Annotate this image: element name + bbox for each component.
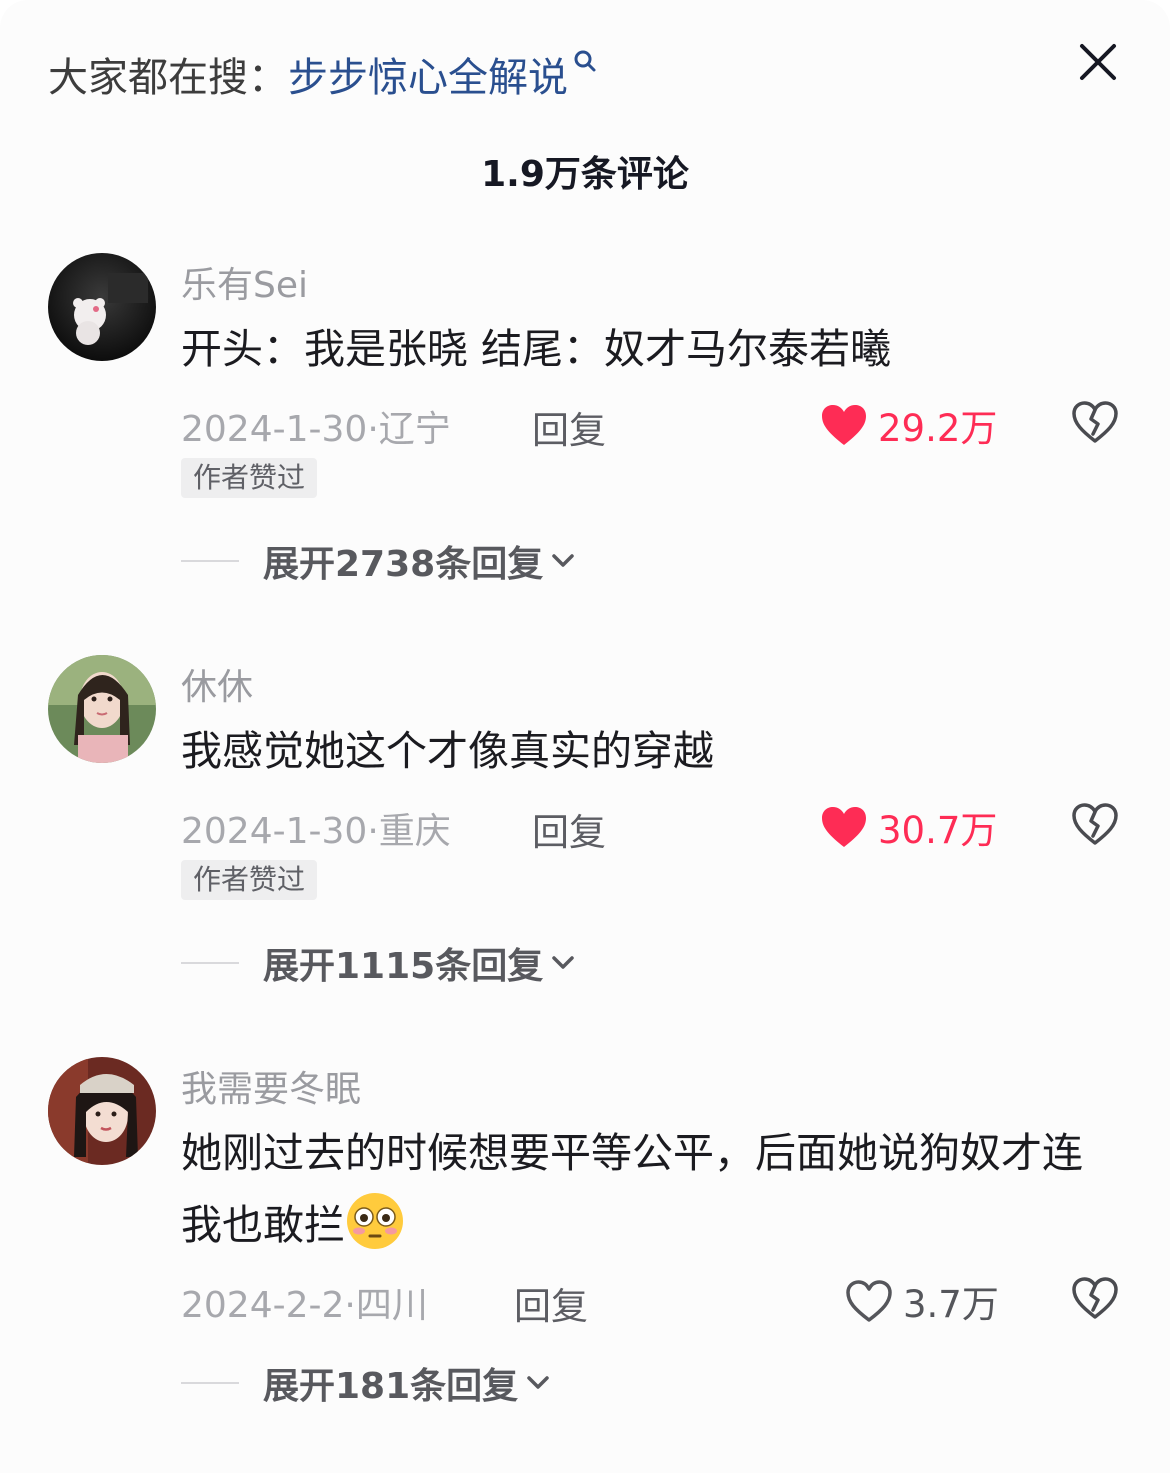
comment-location: 辽宁	[378, 409, 451, 450]
avatar[interactable]	[48, 253, 156, 361]
comment-location: 四川	[355, 1285, 428, 1326]
username[interactable]: 乐有Sei	[181, 256, 308, 308]
comment-meta: 2024-1-30·重庆	[181, 811, 451, 852]
comment-meta: 2024-2-2·四川	[181, 1285, 428, 1326]
like-count: 29.2万	[878, 407, 998, 450]
expand-replies-label: 展开1115条回复	[263, 946, 544, 987]
expand-replies-button[interactable]: 展开2738条回复	[181, 535, 575, 587]
broken-heart-icon	[1072, 401, 1118, 443]
flushed-face-emoji	[347, 1193, 403, 1249]
author-liked-badge: 作者赞过	[181, 860, 318, 900]
like-button[interactable]: 3.7万	[845, 1274, 999, 1328]
expand-replies-button[interactable]: 展开1115条回复	[181, 937, 575, 989]
comment-meta: 2024-1-30·辽宁	[181, 409, 451, 450]
comments-sheet: 大家都在搜： 步步惊心全解说 1.9万条评论 乐有Sei 开头：我是张晓 结尾：…	[0, 0, 1170, 1473]
like-count: 3.7万	[903, 1283, 999, 1326]
comment-date: 2024-2-2	[181, 1285, 345, 1326]
comment-count-title: 1.9万条评论	[481, 154, 689, 195]
avatar[interactable]	[48, 1057, 156, 1165]
search-icon	[574, 50, 596, 72]
reply-button[interactable]: 回复	[532, 802, 606, 856]
dislike-button[interactable]	[1070, 397, 1120, 447]
divider	[181, 560, 239, 562]
expand-replies-button[interactable]: 展开181条回复	[181, 1357, 550, 1409]
close-icon	[1080, 44, 1116, 80]
search-term-link[interactable]: 步步惊心全解说	[288, 45, 568, 103]
comment-date: 2024-1-30	[181, 811, 368, 852]
author-liked-badge: 作者赞过	[181, 458, 318, 498]
chevron-down-icon	[552, 554, 574, 567]
comment-text: 我感觉她这个才像真实的穿越	[181, 727, 714, 775]
avatar[interactable]	[48, 655, 156, 763]
heart-filled-icon	[822, 807, 866, 847]
divider	[181, 962, 239, 964]
broken-heart-icon	[1072, 1277, 1118, 1319]
close-button[interactable]	[1072, 36, 1124, 88]
broken-heart-icon	[1072, 803, 1118, 845]
expand-replies-label: 展开181条回复	[263, 1366, 519, 1407]
search-suggestion[interactable]: 大家都在搜： 步步惊心全解说	[48, 44, 598, 104]
reply-button[interactable]: 回复	[532, 400, 606, 454]
like-count: 30.7万	[878, 809, 998, 852]
dislike-button[interactable]	[1070, 1273, 1120, 1323]
search-prefix: 大家都在搜：	[48, 55, 288, 101]
comment-text: 她刚过去的时候想要平等公平，后面她说狗奴才连我也敢拦	[181, 1117, 1121, 1261]
chevron-down-icon	[527, 1376, 549, 1389]
dislike-button[interactable]	[1070, 799, 1120, 849]
comment-date: 2024-1-30	[181, 409, 368, 450]
heart-filled-icon	[822, 405, 866, 445]
comment-text: 开头：我是张晓 结尾：奴才马尔泰若曦	[181, 325, 892, 373]
like-button[interactable]: 29.2万	[820, 398, 997, 452]
expand-replies-label: 展开2738条回复	[263, 544, 544, 585]
username[interactable]: 我需要冬眠	[181, 1060, 361, 1112]
reply-button[interactable]: 回复	[514, 1276, 588, 1330]
comment-text-body: 她刚过去的时候想要平等公平，后面她说狗奴才连我也敢拦	[181, 1129, 1083, 1249]
chevron-down-icon	[552, 956, 574, 969]
like-button[interactable]: 30.7万	[820, 800, 997, 854]
comment-location: 重庆	[378, 811, 451, 852]
username[interactable]: 休休	[181, 658, 253, 710]
heart-outline-icon	[846, 1280, 892, 1322]
divider	[181, 1382, 239, 1384]
